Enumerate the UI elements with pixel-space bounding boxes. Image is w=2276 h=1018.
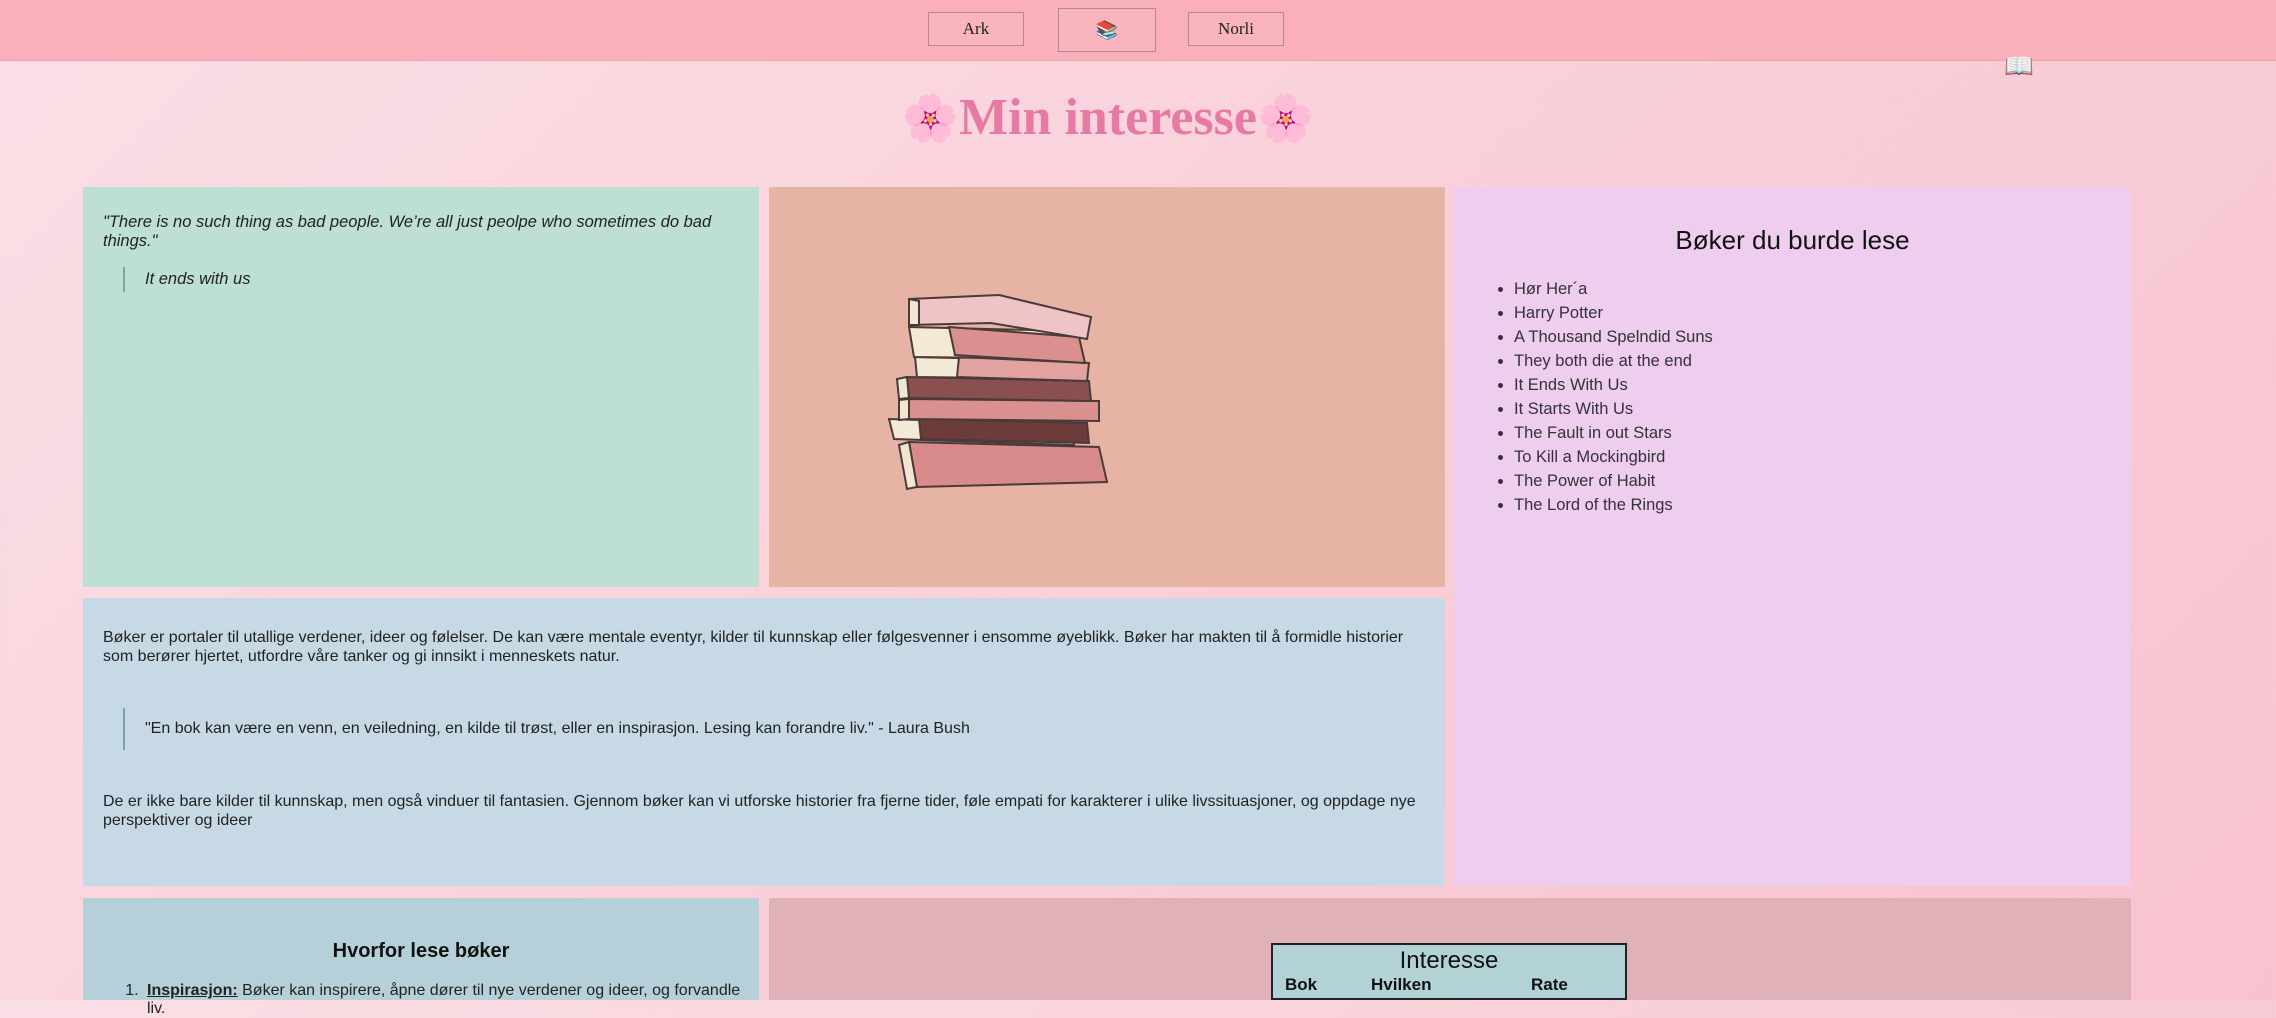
recommended-books-title: Bøker du burde lese: [1675, 225, 1910, 255]
why-read-title: Hvorfor lese bøker: [332, 940, 510, 962]
about-paragraph-1: Bøker er portaler til utallige verdener,…: [103, 629, 1404, 665]
list-item: The Fault in out Stars: [1514, 421, 1713, 445]
table-header-rate: Rate: [1531, 975, 1568, 994]
list-item: Hør Her´a: [1514, 277, 1713, 301]
list-item: Inspirasjon: Bøker kan inspirere, åpne d…: [143, 982, 759, 1018]
nav-button-books-icon[interactable]: 📚: [1058, 8, 1156, 52]
table-header-which: Hvilken: [1371, 975, 1432, 994]
quote-text: "There is no such thing as bad people. W…: [103, 213, 712, 250]
page-title: 🌸Min interesse🌸: [0, 88, 2216, 147]
list-item: They both die at the end: [1514, 349, 1713, 373]
nav-button-norli[interactable]: Norli: [1188, 12, 1284, 46]
list-item: A Thousand Spelndid Suns: [1514, 325, 1713, 349]
list-item: It Ends With Us: [1514, 373, 1713, 397]
quote-panel: "There is no such thing as bad people. W…: [83, 187, 759, 587]
interest-table: Interesse Bok Hvilken Rate: [1271, 943, 1627, 1000]
open-book-icon: 📖: [2004, 53, 2034, 80]
about-paragraph-2: De er ikke bare kilder til kunnskap, men…: [103, 793, 1416, 829]
interest-table-panel: Interesse Bok Hvilken Rate: [769, 898, 2131, 1000]
list-item: It Starts With Us: [1514, 397, 1713, 421]
flower-icon: 🌸: [901, 93, 959, 144]
why-read-panel: Hvorfor lese bøker Inspirasjon: Bøker ka…: [83, 898, 759, 1017]
flower-icon: 🌸: [1256, 93, 1315, 144]
top-navigation-bar: Ark 📚 Norli: [0, 0, 2276, 61]
why-term: Inspirasjon:: [147, 982, 238, 999]
table-header-book: Bok: [1285, 975, 1318, 994]
page-title-text: Min interesse: [959, 89, 1257, 146]
list-item: To Kill a Mockingbird: [1514, 445, 1713, 469]
book-stack-image-panel: [769, 187, 1445, 587]
book-stack-illustration: [887, 293, 1109, 491]
why-read-list: Inspirasjon: Bøker kan inspirere, åpne d…: [143, 982, 759, 1018]
list-item: Harry Potter: [1514, 301, 1713, 325]
about-books-panel: Bøker er portaler til utallige verdener,…: [83, 598, 1445, 886]
laura-bush-quote: "En bok kan være en venn, en veiledning,…: [123, 708, 1425, 750]
recommended-books-panel: Bøker du burde lese Hør Her´a Harry Pott…: [1454, 187, 2131, 886]
nav-button-ark[interactable]: Ark: [928, 12, 1024, 46]
table-caption: Interesse: [1399, 947, 1499, 974]
recommended-books-list: Hør Her´a Harry Potter A Thousand Spelnd…: [1454, 277, 1713, 517]
list-item: The Power of Habit: [1514, 469, 1713, 493]
list-item: The Lord of the Rings: [1514, 493, 1713, 517]
quote-source: It ends with us: [123, 267, 739, 292]
